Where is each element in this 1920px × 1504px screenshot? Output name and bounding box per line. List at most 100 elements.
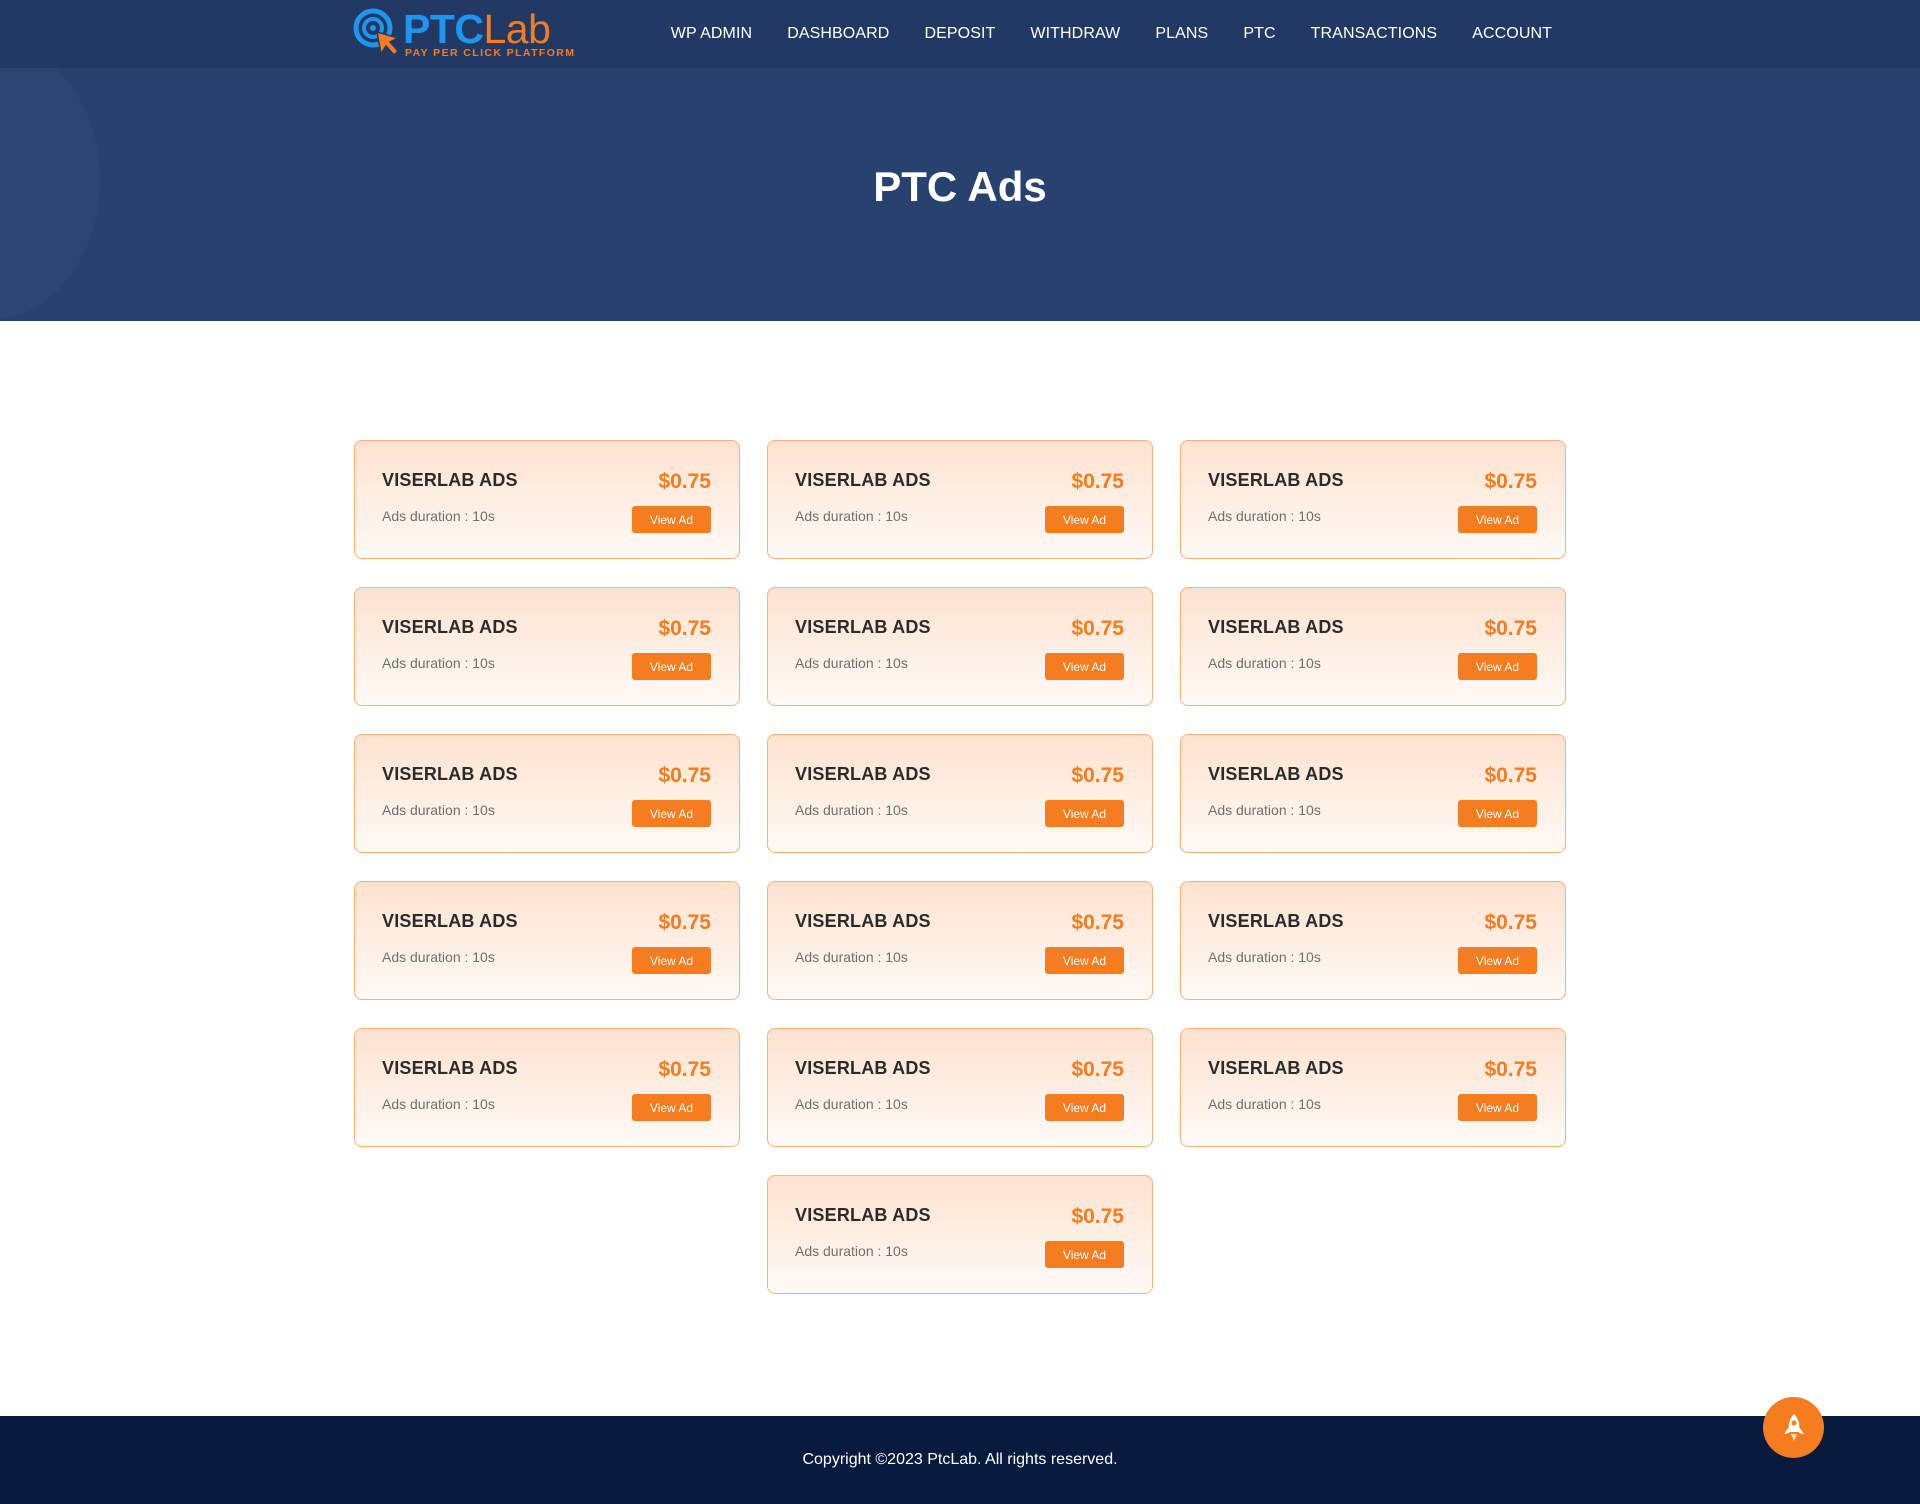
ad-price: $0.75 bbox=[1484, 617, 1537, 640]
nav-item-ptc[interactable]: PTC bbox=[1243, 25, 1275, 43]
view-ad-button[interactable]: View Ad bbox=[1458, 506, 1537, 533]
ad-title: VISERLAB ADS bbox=[795, 617, 931, 637]
ad-price: $0.75 bbox=[1071, 1058, 1124, 1081]
ad-duration: Ads duration : 10s bbox=[1208, 655, 1321, 671]
view-ad-button[interactable]: View Ad bbox=[1045, 947, 1124, 974]
site-logo[interactable]: PTCLab PAY PER CLICK PLATFORM bbox=[353, 6, 576, 60]
ad-duration: Ads duration : 10s bbox=[382, 655, 495, 671]
nav-item-dashboard[interactable]: DASHBOARD bbox=[787, 25, 889, 43]
view-ad-button[interactable]: View Ad bbox=[1045, 506, 1124, 533]
ad-title: VISERLAB ADS bbox=[1208, 1058, 1344, 1078]
view-ad-button[interactable]: View Ad bbox=[1458, 653, 1537, 680]
ad-title: VISERLAB ADS bbox=[1208, 470, 1344, 490]
ad-card: VISERLAB ADS Ads duration : 10s $0.75 Vi… bbox=[354, 881, 740, 1000]
ad-price: $0.75 bbox=[658, 617, 711, 640]
logo-tagline: PAY PER CLICK PLATFORM bbox=[405, 47, 576, 59]
ad-card: VISERLAB ADS Ads duration : 10s $0.75 Vi… bbox=[767, 587, 1153, 706]
ad-price: $0.75 bbox=[658, 911, 711, 934]
ad-duration: Ads duration : 10s bbox=[382, 949, 495, 965]
ad-card: VISERLAB ADS Ads duration : 10s $0.75 Vi… bbox=[767, 1175, 1153, 1294]
logo-text-lab: Lab bbox=[483, 6, 551, 52]
copyright-text: Copyright ©2023 PtcLab. All rights reser… bbox=[802, 1451, 1118, 1468]
ad-duration: Ads duration : 10s bbox=[795, 1243, 908, 1259]
ad-duration: Ads duration : 10s bbox=[382, 508, 495, 524]
ad-duration: Ads duration : 10s bbox=[795, 802, 908, 818]
ad-price: $0.75 bbox=[1484, 1058, 1537, 1081]
ad-price: $0.75 bbox=[1071, 911, 1124, 934]
ad-card: VISERLAB ADS Ads duration : 10s $0.75 Vi… bbox=[1180, 587, 1566, 706]
ad-card: VISERLAB ADS Ads duration : 10s $0.75 Vi… bbox=[1180, 1028, 1566, 1147]
ad-price: $0.75 bbox=[1071, 470, 1124, 493]
ad-title: VISERLAB ADS bbox=[382, 470, 518, 490]
ad-price: $0.75 bbox=[658, 470, 711, 493]
nav-item-plans[interactable]: PLANS bbox=[1155, 25, 1208, 43]
view-ad-button[interactable]: View Ad bbox=[632, 653, 711, 680]
scroll-to-top-button[interactable] bbox=[1763, 1397, 1824, 1458]
page-footer: Copyright ©2023 PtcLab. All rights reser… bbox=[0, 1416, 1920, 1504]
ad-price: $0.75 bbox=[1484, 911, 1537, 934]
view-ad-button[interactable]: View Ad bbox=[1458, 800, 1537, 827]
view-ad-button[interactable]: View Ad bbox=[1458, 1094, 1537, 1121]
ad-title: VISERLAB ADS bbox=[1208, 617, 1344, 637]
ad-title: VISERLAB ADS bbox=[795, 1058, 931, 1078]
rocket-icon bbox=[1783, 1413, 1804, 1441]
ad-title: VISERLAB ADS bbox=[795, 1205, 931, 1225]
ad-duration: Ads duration : 10s bbox=[1208, 1096, 1321, 1112]
view-ad-button[interactable]: View Ad bbox=[1045, 1094, 1124, 1121]
ad-price: $0.75 bbox=[1484, 764, 1537, 787]
ad-title: VISERLAB ADS bbox=[795, 764, 931, 784]
nav-item-deposit[interactable]: DEPOSIT bbox=[924, 25, 995, 43]
ad-price: $0.75 bbox=[1484, 470, 1537, 493]
ad-card: VISERLAB ADS Ads duration : 10s $0.75 Vi… bbox=[354, 734, 740, 853]
ad-card: VISERLAB ADS Ads duration : 10s $0.75 Vi… bbox=[1180, 734, 1566, 853]
ad-price: $0.75 bbox=[658, 764, 711, 787]
ad-title: VISERLAB ADS bbox=[795, 470, 931, 490]
ads-grid: VISERLAB ADS Ads duration : 10s $0.75 Vi… bbox=[354, 440, 1566, 1294]
ad-title: VISERLAB ADS bbox=[795, 911, 931, 931]
ad-duration: Ads duration : 10s bbox=[1208, 508, 1321, 524]
page-title: PTC Ads bbox=[873, 163, 1047, 210]
nav-item-account[interactable]: ACCOUNT bbox=[1472, 25, 1552, 43]
ad-title: VISERLAB ADS bbox=[382, 764, 518, 784]
ad-card: VISERLAB ADS Ads duration : 10s $0.75 Vi… bbox=[354, 587, 740, 706]
ad-duration: Ads duration : 10s bbox=[1208, 802, 1321, 818]
ad-card: VISERLAB ADS Ads duration : 10s $0.75 Vi… bbox=[767, 440, 1153, 559]
ad-card: VISERLAB ADS Ads duration : 10s $0.75 Vi… bbox=[767, 1028, 1153, 1147]
target-cursor-icon bbox=[353, 8, 401, 57]
ad-title: VISERLAB ADS bbox=[382, 1058, 518, 1078]
ad-title: VISERLAB ADS bbox=[1208, 764, 1344, 784]
view-ad-button[interactable]: View Ad bbox=[1045, 653, 1124, 680]
ad-price: $0.75 bbox=[658, 1058, 711, 1081]
ad-duration: Ads duration : 10s bbox=[382, 802, 495, 818]
top-navbar: PTCLab PAY PER CLICK PLATFORM WP ADMIN D… bbox=[0, 0, 1920, 68]
view-ad-button[interactable]: View Ad bbox=[1045, 800, 1124, 827]
ad-card: VISERLAB ADS Ads duration : 10s $0.75 Vi… bbox=[354, 440, 740, 559]
page-header: PTCLab PAY PER CLICK PLATFORM WP ADMIN D… bbox=[0, 0, 1920, 321]
ad-duration: Ads duration : 10s bbox=[382, 1096, 495, 1112]
ad-duration: Ads duration : 10s bbox=[1208, 949, 1321, 965]
ad-price: $0.75 bbox=[1071, 1205, 1124, 1228]
main-nav: WP ADMIN DASHBOARD DEPOSIT WITHDRAW PLAN… bbox=[671, 0, 1552, 68]
ad-title: VISERLAB ADS bbox=[1208, 911, 1344, 931]
view-ad-button[interactable]: View Ad bbox=[632, 800, 711, 827]
ad-price: $0.75 bbox=[1071, 617, 1124, 640]
ad-card: VISERLAB ADS Ads duration : 10s $0.75 Vi… bbox=[767, 881, 1153, 1000]
ad-card: VISERLAB ADS Ads duration : 10s $0.75 Vi… bbox=[1180, 881, 1566, 1000]
ad-title: VISERLAB ADS bbox=[382, 911, 518, 931]
ad-duration: Ads duration : 10s bbox=[795, 1096, 908, 1112]
ad-price: $0.75 bbox=[1071, 764, 1124, 787]
view-ad-button[interactable]: View Ad bbox=[1458, 947, 1537, 974]
view-ad-button[interactable]: View Ad bbox=[632, 506, 711, 533]
ad-card: VISERLAB ADS Ads duration : 10s $0.75 Vi… bbox=[354, 1028, 740, 1147]
view-ad-button[interactable]: View Ad bbox=[632, 1094, 711, 1121]
ad-title: VISERLAB ADS bbox=[382, 617, 518, 637]
nav-item-withdraw[interactable]: WITHDRAW bbox=[1030, 25, 1120, 43]
nav-item-wp-admin[interactable]: WP ADMIN bbox=[671, 25, 752, 43]
ad-card: VISERLAB ADS Ads duration : 10s $0.75 Vi… bbox=[1180, 440, 1566, 559]
ad-duration: Ads duration : 10s bbox=[795, 508, 908, 524]
nav-item-transactions[interactable]: TRANSACTIONS bbox=[1311, 25, 1438, 43]
view-ad-button[interactable]: View Ad bbox=[632, 947, 711, 974]
view-ad-button[interactable]: View Ad bbox=[1045, 1241, 1124, 1268]
logo-wordmark: PTCLab bbox=[403, 6, 551, 52]
logo-text-ptc: PTC bbox=[403, 6, 484, 52]
